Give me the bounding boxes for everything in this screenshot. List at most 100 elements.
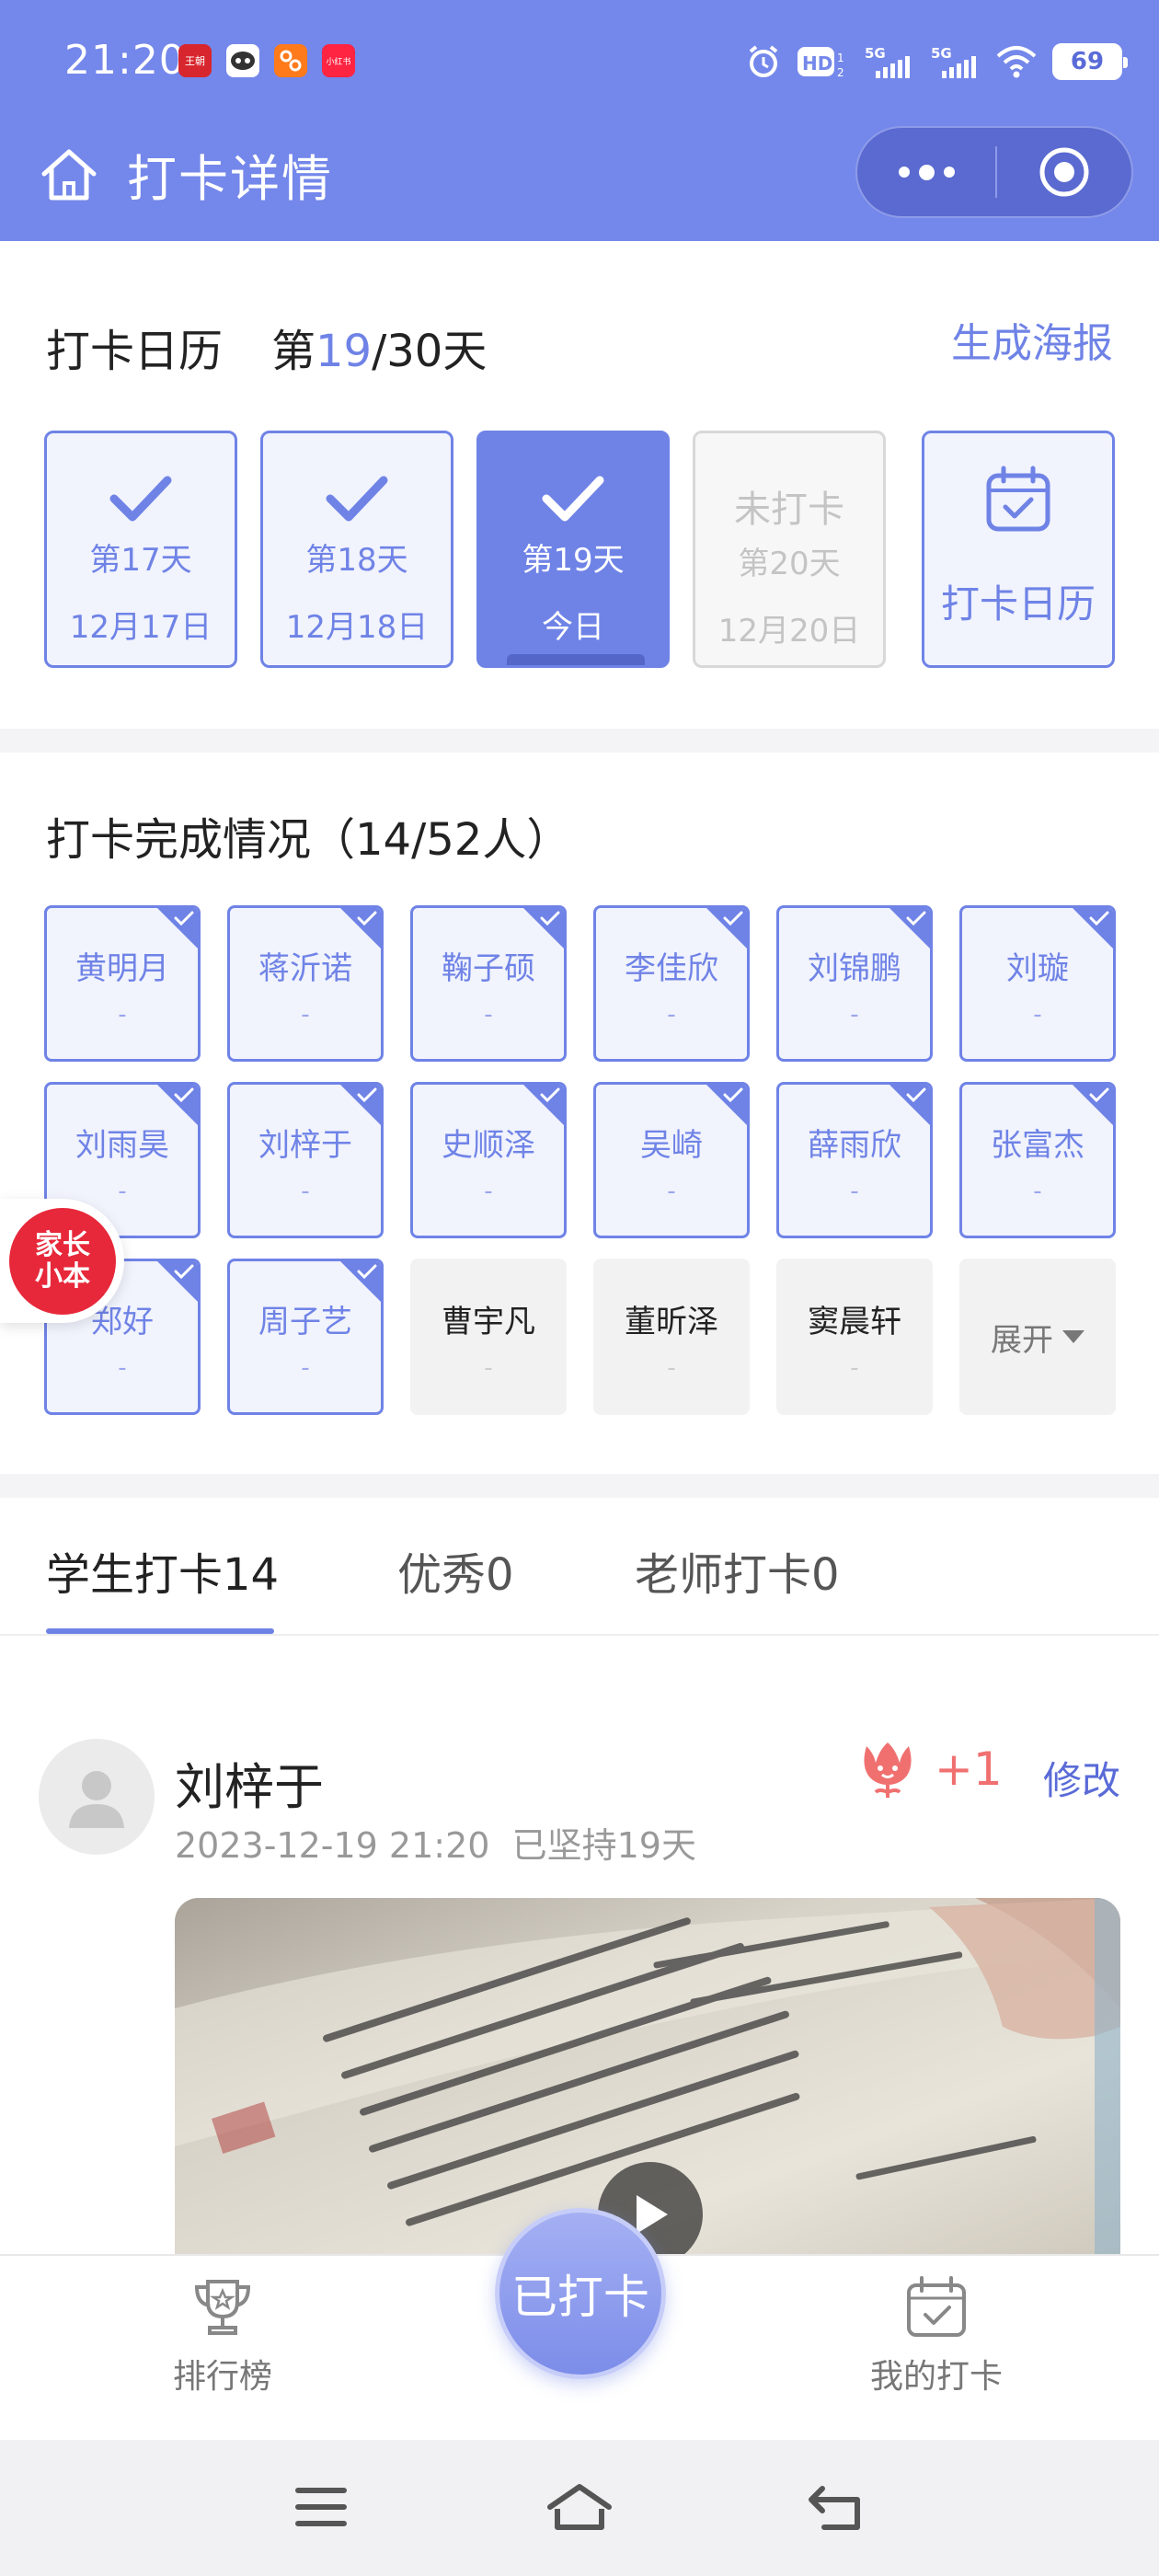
student-card[interactable]: 董昕泽 - — [593, 1259, 750, 1415]
student-sub: - — [667, 1001, 676, 1029]
home-button[interactable] — [37, 143, 101, 207]
student-card[interactable]: 刘锦鹏 - — [776, 905, 933, 1062]
day-date: 今日 — [542, 609, 604, 646]
student-card[interactable]: 蒋沂诺 - — [227, 905, 384, 1062]
svg-text:HD: HD — [802, 52, 832, 75]
edit-button[interactable]: 修改 — [1043, 1750, 1120, 1806]
student-card[interactable]: 周子艺 - — [227, 1259, 384, 1415]
check-icon — [174, 1264, 194, 1280]
day-number: 第17天 — [89, 542, 192, 579]
check-icon — [723, 1087, 743, 1103]
day-card-17[interactable]: 第17天 12月17日 — [44, 431, 237, 668]
student-card[interactable]: 刘璇 - — [959, 905, 1116, 1062]
signal-5g-icon-1: 5G — [865, 45, 910, 78]
menu-icon[interactable] — [293, 2481, 350, 2533]
check-icon — [357, 911, 377, 926]
day-card-19-today[interactable]: 第19天 今日 — [476, 431, 670, 668]
post-streak: 已坚持19天 — [511, 1825, 696, 1866]
target-close-icon — [1039, 147, 1089, 197]
check-icon — [540, 911, 560, 926]
student-sub: - — [301, 1354, 310, 1382]
status-time: 21:20 — [64, 37, 186, 84]
day-card-20[interactable]: 未打卡 第20天 12月20日 — [693, 431, 886, 668]
active-tab-indicator — [46, 1628, 274, 1634]
student-card[interactable]: 吴崎 - — [593, 1082, 750, 1238]
signal-5g-icon-2: 5G — [931, 45, 976, 78]
student-sub: - — [484, 1354, 493, 1382]
avatar[interactable] — [39, 1739, 155, 1855]
student-card[interactable]: 曹宇凡 - — [410, 1259, 567, 1415]
day-date: 12月17日 — [69, 609, 212, 646]
calendar-day-progress: 第19/30天 — [271, 326, 488, 377]
student-sub: - — [850, 1001, 859, 1029]
student-name: 蒋沂诺 — [258, 950, 352, 987]
parent-notebook-logo: 家长 小本 — [9, 1207, 116, 1315]
completion-title: 打卡完成情况（14/52人） — [46, 814, 571, 866]
student-name: 刘锦鹏 — [808, 950, 901, 987]
alarm-icon — [749, 45, 778, 77]
expand-button[interactable]: 展开 — [959, 1259, 1116, 1415]
hd-icon: HD 1 2 — [798, 47, 844, 79]
student-card[interactable]: 史顺泽 - — [410, 1082, 567, 1238]
app-icon-1: 王朝 — [178, 44, 212, 77]
tab-excellent[interactable]: 优秀0 — [397, 1538, 514, 1603]
like-count: +1 — [935, 1742, 1003, 1796]
calendar-title: 打卡日历 — [46, 326, 224, 377]
student-sub: - — [667, 1354, 676, 1382]
my-checkins-tab[interactable]: 我的打卡 — [844, 2274, 1028, 2398]
student-sub: - — [301, 1178, 310, 1205]
checkin-calendar-card: 打卡日历 第19/30天 生成海报 第17天 12月17日 第18天 12月18… — [0, 241, 1159, 729]
student-name: 黄明月 — [75, 950, 169, 987]
wifi-icon — [996, 46, 1037, 78]
checked-in-button[interactable]: 已打卡 — [495, 2208, 666, 2379]
student-sub: - — [667, 1178, 676, 1205]
default-user-icon — [69, 1771, 124, 1828]
more-button[interactable] — [857, 128, 995, 216]
student-card[interactable]: 鞠子硕 - — [410, 905, 567, 1062]
check-icon — [1089, 911, 1109, 926]
svg-text:5G: 5G — [931, 45, 952, 62]
tab-teacher-checkins[interactable]: 老师打卡0 — [635, 1538, 840, 1603]
back-icon[interactable] — [806, 2481, 866, 2533]
parent-notebook-badge[interactable]: 家长 小本 — [0, 1199, 124, 1323]
student-sub: - — [850, 1178, 859, 1205]
student-card[interactable]: 张富杰 - — [959, 1082, 1116, 1238]
student-card[interactable]: 窦晨轩 - — [776, 1259, 933, 1415]
status-icons: HD 1 2 5G 5G 69 — [745, 39, 1128, 85]
close-button[interactable] — [997, 145, 1131, 199]
flower-like-icon — [864, 1742, 912, 1798]
day-date: 12月20日 — [717, 613, 861, 650]
student-sub: - — [484, 1178, 493, 1205]
check-icon — [1089, 1087, 1109, 1103]
my-checkins-label: 我的打卡 — [869, 2358, 1003, 2396]
header: 21:20 王朝 小红书 HD 1 2 5G 5G 69 打卡详情 — [0, 0, 1159, 241]
check-icon — [174, 1087, 194, 1103]
like-button[interactable]: +1 — [855, 1737, 1003, 1801]
home-icon[interactable] — [545, 2481, 614, 2533]
student-card[interactable]: 刘梓于 - — [227, 1082, 384, 1238]
generate-poster-link[interactable]: 生成海报 — [951, 310, 1113, 369]
mini-program-capsule — [855, 126, 1133, 218]
expand-label: 展开 — [991, 1321, 1053, 1359]
tab-student-checkins[interactable]: 学生打卡14 — [46, 1538, 279, 1603]
calendar-button[interactable]: 打卡日历 — [922, 431, 1115, 668]
student-sub: - — [484, 1001, 493, 1029]
student-name: 张富杰 — [991, 1127, 1084, 1164]
student-name: 董昕泽 — [625, 1304, 718, 1340]
student-sub: - — [1033, 1178, 1042, 1205]
student-card[interactable]: 薛雨欣 - — [776, 1082, 933, 1238]
home-icon — [41, 149, 97, 201]
check-icon — [906, 911, 926, 926]
check-icon — [540, 1087, 560, 1103]
post-meta: 2023-12-19 21:20 已坚持19天 — [175, 1817, 696, 1868]
student-sub: - — [1033, 1001, 1042, 1029]
student-card[interactable]: 黄明月 - — [44, 905, 201, 1062]
student-name: 曹宇凡 — [442, 1304, 535, 1340]
student-card[interactable]: 李佳欣 - — [593, 905, 750, 1062]
day-card-18[interactable]: 第18天 12月18日 — [260, 431, 453, 668]
check-icon — [357, 1264, 377, 1280]
student-name: 史顺泽 — [442, 1127, 535, 1164]
svg-text:5G: 5G — [865, 45, 886, 62]
check-icon — [326, 476, 388, 522]
ranking-tab[interactable]: 排行榜 — [131, 2274, 315, 2398]
